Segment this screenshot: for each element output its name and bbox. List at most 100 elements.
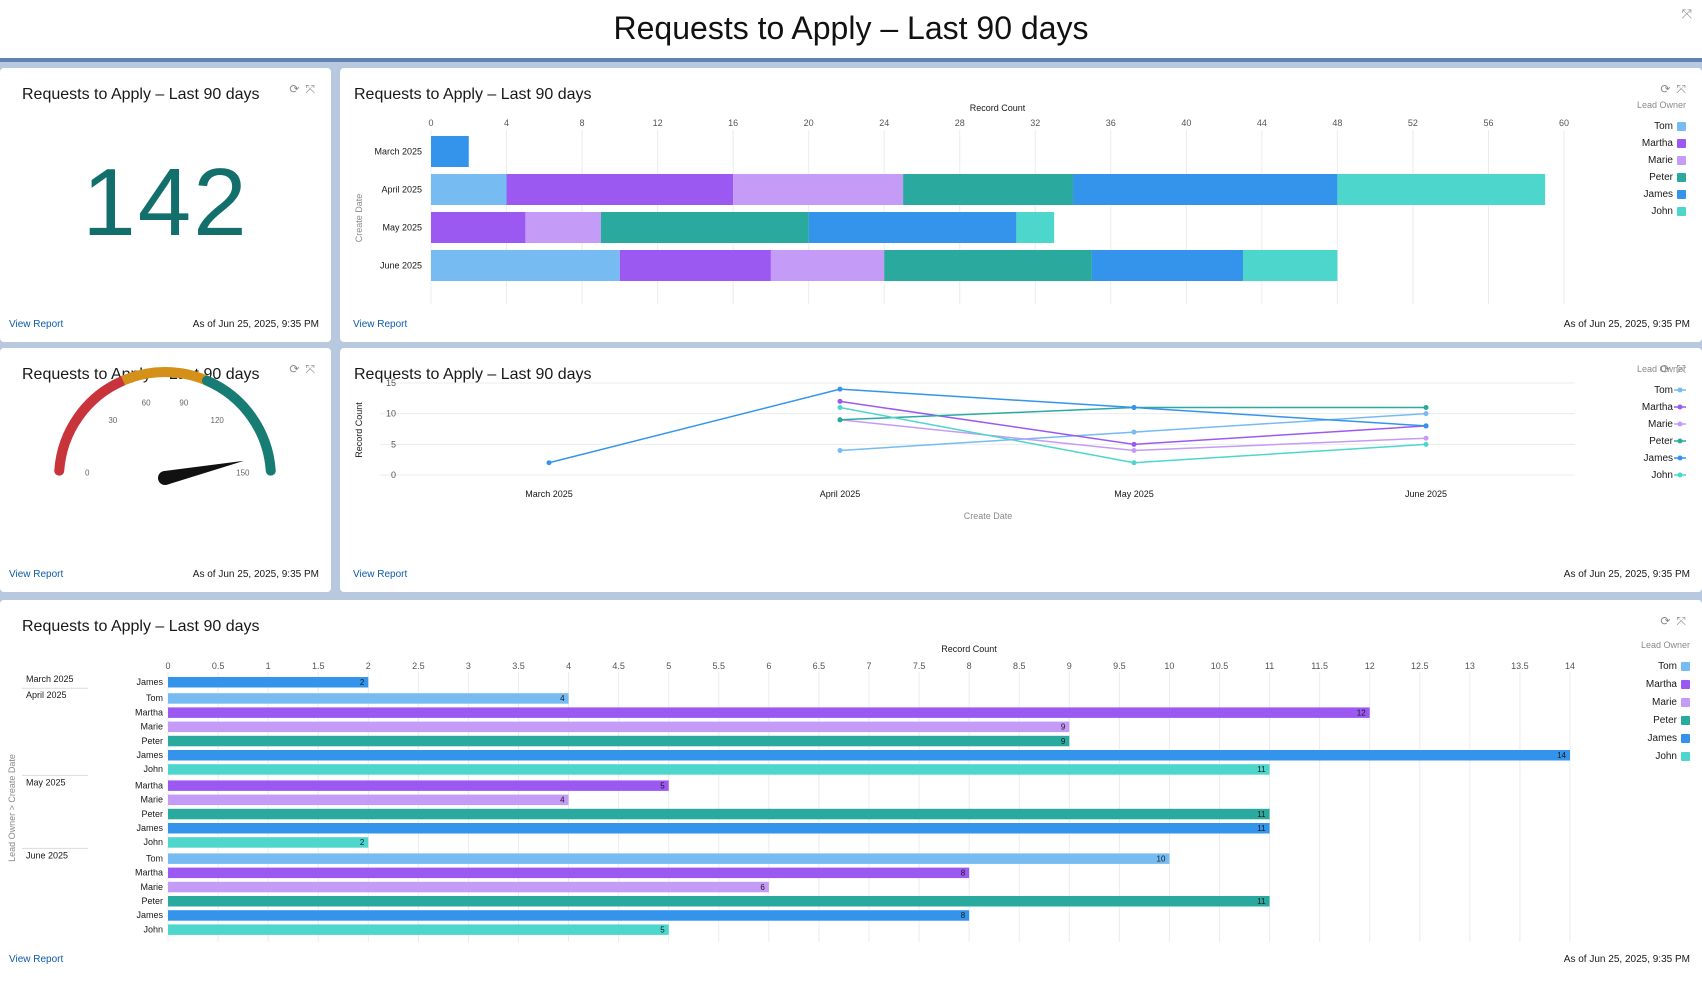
x-axis-title: Record Count: [970, 103, 1026, 113]
group-label: April 2025: [26, 690, 67, 700]
view-report-link[interactable]: View Report: [9, 954, 63, 965]
x-tick-label: 10: [1164, 661, 1174, 671]
bar-segment-martha: [506, 174, 734, 205]
legend-label-marie: Marie: [1648, 419, 1673, 430]
x-tick-label: 8.5: [1013, 661, 1026, 671]
row-label: James: [136, 750, 163, 760]
view-report-link[interactable]: View Report: [353, 319, 407, 330]
legend-label-john: John: [1655, 751, 1677, 762]
bar-segment-peter: [884, 250, 1092, 281]
x-tick-label: 32: [1030, 118, 1040, 128]
y-tick-label: May 2025: [382, 223, 422, 233]
x-tick-label: 12: [653, 118, 663, 128]
x-tick-label: 5: [666, 661, 671, 671]
x-tick-label: 3: [466, 661, 471, 671]
x-tick-label: 2: [366, 661, 371, 671]
legend-title: Lead Owner: [1641, 640, 1690, 650]
x-tick-label: 4: [566, 661, 571, 671]
y-axis-title: Lead Owner > Create Date: [7, 754, 17, 862]
bar-segment-james: [1073, 174, 1338, 205]
as-of-timestamp: As of Jun 25, 2025, 9:35 PM: [192, 569, 319, 580]
as-of-timestamp: As of Jun 25, 2025, 9:35 PM: [1563, 954, 1690, 965]
legend-label-martha: Martha: [1642, 138, 1674, 149]
view-report-link[interactable]: View Report: [353, 569, 407, 580]
legend-swatch-peter: [1681, 716, 1690, 725]
bar-segment-peter: [600, 212, 809, 243]
data-label: 5: [660, 781, 665, 790]
x-axis-title: Record Count: [941, 644, 997, 654]
bar-segment-martha: [619, 250, 771, 281]
bar-peter: [168, 896, 1270, 907]
expand-icon[interactable]: ⤧: [305, 82, 321, 96]
group-label: March 2025: [26, 674, 74, 684]
bar-segment-john: [1242, 250, 1338, 281]
row-label: Martha: [135, 868, 163, 878]
row-label: John: [143, 924, 163, 934]
data-point-peter: [1423, 405, 1429, 411]
legend-swatch-john: [1677, 207, 1686, 216]
legend-swatch-james: [1677, 190, 1686, 199]
stacked-bar-chart: Record Count0 4 8 12 16 20 24 28 32 36 40 44 48 52 56 6…: [354, 100, 1686, 304]
legend-swatch-tom: [1681, 662, 1690, 671]
legend-marker-tom: [1677, 387, 1683, 393]
row-label: John: [143, 764, 163, 774]
x-tick-label: 3.5: [512, 661, 525, 671]
refresh-icon[interactable]: ⟳: [289, 82, 305, 96]
y-tick-label: 5: [391, 439, 396, 449]
bar-segment-marie: [770, 250, 885, 281]
line-card: Requests to Apply – Last 90 days ⟳⤧ 0 5 10…: [340, 348, 1702, 592]
row-label: John: [143, 837, 163, 847]
legend-label-peter: Peter: [1649, 172, 1674, 183]
bar-james: [168, 823, 1270, 834]
legend-label-james: James: [1644, 453, 1673, 464]
data-label: 9: [1061, 723, 1066, 732]
view-report-link[interactable]: View Report: [9, 319, 63, 330]
gauge-tick-label: 0: [85, 469, 90, 478]
x-tick-label: April 2025: [820, 489, 861, 499]
row-label: James: [136, 677, 163, 687]
data-label: 14: [1557, 751, 1566, 760]
x-tick-label: 9.5: [1113, 661, 1126, 671]
x-tick-label: 52: [1408, 118, 1418, 128]
row-label: Marie: [140, 882, 163, 892]
bar-marie: [168, 794, 569, 806]
x-tick-label: 5.5: [713, 661, 726, 671]
x-tick-label: 1.5: [312, 661, 325, 671]
y-tick-label: April 2025: [381, 185, 422, 195]
data-point-john: [1423, 441, 1429, 447]
view-report-link[interactable]: View Report: [9, 569, 63, 580]
x-tick-label: 56: [1483, 118, 1493, 128]
data-label: 12: [1357, 708, 1366, 717]
legend-label-peter: Peter: [1653, 715, 1678, 726]
x-tick-label: 0.5: [212, 661, 225, 671]
x-tick-label: 4.5: [612, 661, 625, 671]
as-of-timestamp: As of Jun 25, 2025, 9:35 PM: [192, 319, 319, 330]
row-label: Martha: [135, 707, 163, 717]
data-label: 5: [660, 925, 665, 934]
bar-segment-james: [1091, 250, 1243, 281]
data-point-martha: [837, 398, 843, 404]
data-label: 11: [1257, 765, 1266, 774]
data-point-james: [837, 386, 843, 392]
gauge-tick-label: 60: [142, 398, 151, 407]
data-point-martha: [1131, 441, 1137, 447]
legend-swatch-martha: [1677, 139, 1686, 148]
bar-segment-martha: [431, 212, 526, 243]
x-tick-label: 20: [804, 118, 814, 128]
legend-marker-peter: [1677, 438, 1683, 444]
data-label: 11: [1257, 897, 1266, 906]
bar-john: [168, 924, 669, 935]
fullscreen-icon[interactable]: ⤧: [1682, 6, 1692, 22]
metric-value: 142: [82, 149, 249, 256]
x-tick-label: 28: [955, 118, 965, 128]
legend-swatch-tom: [1677, 122, 1686, 131]
legend-label-martha: Martha: [1642, 402, 1674, 413]
gauge-needle: [163, 460, 245, 485]
x-tick-label: 6: [766, 661, 771, 671]
bar-segment-tom: [431, 174, 507, 205]
grouped-bar-card: Requests to Apply – Last 90 days ⟳⤧ Reco…: [0, 600, 1702, 983]
gauge-needle-hub: [158, 471, 172, 485]
gauge-tick-label: 90: [179, 398, 188, 407]
row-label: Tom: [146, 693, 163, 703]
line-chart: 0 5 10 15 Record Count March 2025 April 2025 Ma…: [354, 364, 1686, 521]
